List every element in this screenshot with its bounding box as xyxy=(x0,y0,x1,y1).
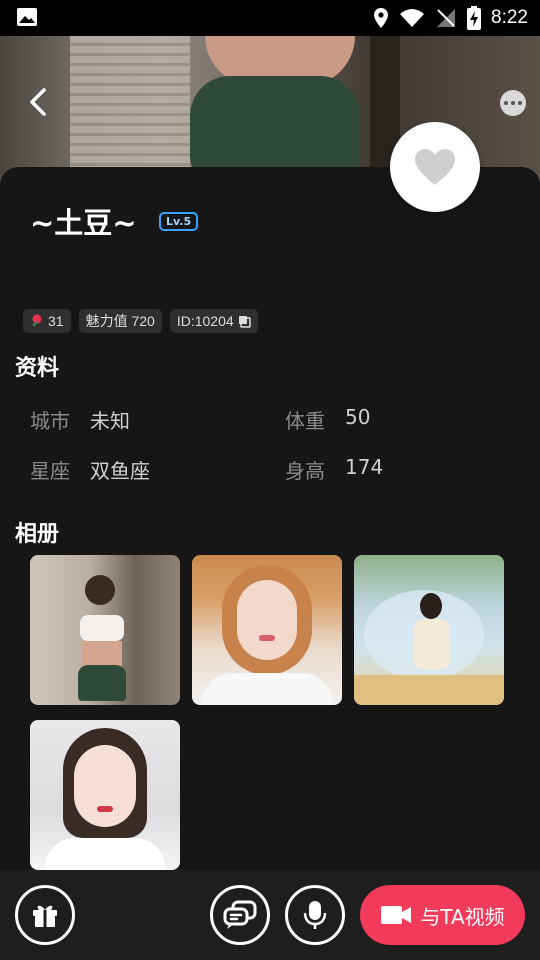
zodiac-value: 双鱼座 xyxy=(90,459,150,483)
height-label: 身高 xyxy=(285,459,325,483)
chat-button[interactable] xyxy=(210,885,270,945)
user-id: ID:10204 xyxy=(176,313,234,329)
location-icon xyxy=(374,8,389,28)
copy-icon[interactable] xyxy=(238,315,251,328)
no-signal-icon xyxy=(437,9,456,27)
gallery-icon xyxy=(17,8,37,26)
weight-value: 50 xyxy=(345,405,371,429)
video-call-button[interactable]: 与TA视频 xyxy=(360,885,525,945)
zodiac-label: 星座 xyxy=(30,459,70,483)
city-value: 未知 xyxy=(90,409,130,433)
video-camera-icon xyxy=(381,906,412,924)
wifi-icon xyxy=(400,9,425,27)
badge-row: 31 魅力值 720 ID:10204 xyxy=(23,309,258,333)
rose-count: 31 xyxy=(48,313,64,329)
album-photo[interactable] xyxy=(30,720,180,870)
gift-button[interactable] xyxy=(15,885,75,945)
album-photo[interactable] xyxy=(30,555,180,705)
like-button[interactable] xyxy=(390,122,480,212)
charm-badge: 魅力值 720 xyxy=(78,309,162,333)
city-label: 城市 xyxy=(30,409,70,433)
chat-icon xyxy=(223,900,257,929)
more-options-button[interactable] xyxy=(500,90,526,116)
clock: 8:22 xyxy=(491,7,528,28)
heart-icon xyxy=(415,149,455,185)
bottom-action-bar: 与TA视频 xyxy=(0,870,540,960)
user-id-badge[interactable]: ID:10204 xyxy=(169,309,258,333)
rose-icon xyxy=(32,314,42,327)
rose-count-badge: 31 xyxy=(23,309,71,333)
charm-value: 魅力值 720 xyxy=(85,313,155,329)
battery-charging-icon xyxy=(467,6,482,30)
back-arrow-icon[interactable] xyxy=(22,84,54,120)
album-photo[interactable] xyxy=(354,555,504,705)
album-section-title: 相册 xyxy=(15,522,60,547)
video-call-label: 与TA视频 xyxy=(420,904,505,929)
status-bar: 8:22 xyxy=(0,0,540,36)
user-nickname: ~土豆~ xyxy=(30,206,137,240)
microphone-icon xyxy=(303,901,327,929)
level-badge: Lv.5 xyxy=(159,212,199,231)
info-section-title: 资料 xyxy=(15,356,60,381)
weight-label: 体重 xyxy=(285,409,325,433)
album-photo[interactable] xyxy=(192,555,342,705)
voice-call-button[interactable] xyxy=(285,885,345,945)
gift-icon xyxy=(33,905,57,927)
height-value: 174 xyxy=(345,455,384,479)
